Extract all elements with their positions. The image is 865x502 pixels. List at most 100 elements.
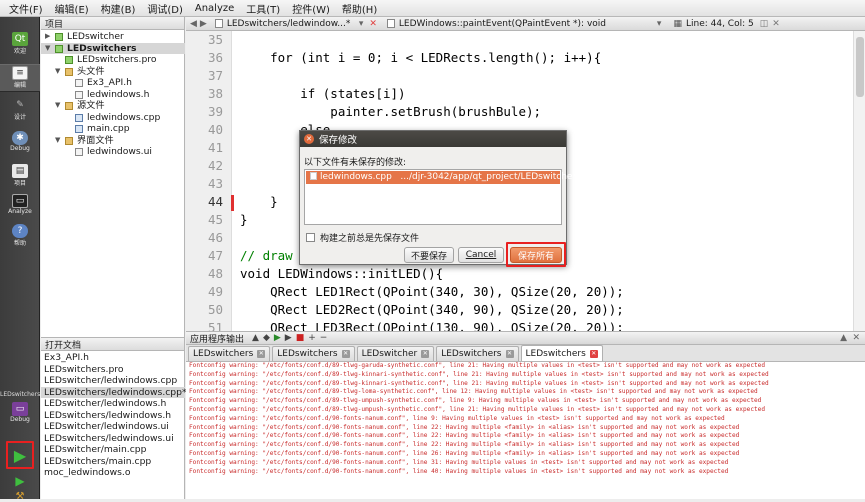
close-tab-icon[interactable]: ✕: [589, 349, 598, 358]
close-file-icon[interactable]: ✕: [369, 19, 377, 29]
output-tab[interactable]: LEDswitcher ✕: [356, 346, 435, 361]
tree-item[interactable]: ▶ LEDswitcher: [41, 31, 185, 43]
pro-file-icon: [65, 56, 73, 64]
mode-debug[interactable]: ✱ Debug: [0, 130, 40, 158]
kit-selector[interactable]: ▭ Debug: [0, 401, 40, 431]
mode-projects[interactable]: ▤ 项目: [0, 163, 40, 191]
line-number: 43: [207, 176, 223, 191]
debug-run-button[interactable]: ▶: [10, 473, 30, 489]
tree-item[interactable]: ▼ 界面文件: [41, 135, 185, 147]
unsaved-file-item[interactable]: ledwindows.cpp .../djr-3042/app/qt_proje…: [306, 171, 581, 184]
close-tab-icon[interactable]: ✕: [341, 350, 350, 358]
menu-debug[interactable]: 调试(D): [141, 1, 189, 16]
dont-save-button[interactable]: 不要保存: [404, 247, 454, 263]
expand-arrow-icon: ▶: [45, 32, 51, 40]
checkbox-box[interactable]: [306, 233, 315, 242]
output-line: Fontconfig warning: "/etc/fonts/conf.d/8…: [189, 379, 769, 387]
menu-file[interactable]: 文件(F): [3, 1, 49, 16]
analyze-icon: ▭: [12, 194, 28, 208]
back-icon[interactable]: ◀: [190, 19, 197, 29]
tree-item[interactable]: ▼ 源文件: [41, 100, 185, 112]
menu-tools[interactable]: 工具(T): [240, 1, 286, 16]
close-tab-icon[interactable]: ✕: [505, 350, 514, 358]
mode-design[interactable]: ✎ 设计: [0, 97, 40, 125]
list-item[interactable]: LEDswitchers.pro: [41, 364, 185, 376]
output-tab[interactable]: LEDswitchers ✕: [436, 346, 519, 361]
cancel-button[interactable]: Cancel: [458, 247, 504, 263]
mode-projects-label: 项目: [13, 180, 26, 187]
tree-item[interactable]: ▼ 头文件: [41, 66, 185, 78]
debug-run-icon: ▶: [15, 474, 25, 488]
list-item[interactable]: LEDswitcher/main.cpp: [41, 444, 185, 456]
stop-icon[interactable]: ■: [296, 333, 305, 343]
function-selector[interactable]: LEDWindows::paintEvent(QPaintEvent *): v…: [399, 19, 649, 29]
line-number: 50: [207, 302, 223, 317]
output-tab-label: LEDswitchers: [193, 349, 254, 359]
tree-item[interactable]: Ex3_API.h: [41, 77, 185, 89]
code-line: p: [240, 176, 308, 191]
previous-icon[interactable]: ◆: [263, 333, 270, 343]
always-save-checkbox[interactable]: 构建之前总是先保存文件: [306, 231, 419, 244]
folder-icon: [65, 136, 73, 145]
editor-scrollbar[interactable]: [853, 31, 865, 331]
run-again-icon[interactable]: ▶: [274, 333, 281, 343]
zoom-in-icon[interactable]: +: [308, 333, 316, 343]
tree-item[interactable]: main.cpp: [41, 123, 185, 135]
welcome-icon: Qt: [12, 32, 28, 46]
mode-help-label: 帮助: [13, 240, 26, 247]
output-tab-active[interactable]: LEDswitchers ✕: [520, 345, 603, 361]
unsaved-files-list: ledwindows.cpp .../djr-3042/app/qt_proje…: [304, 169, 581, 225]
mode-edit[interactable]: ≡ 编辑: [0, 64, 40, 92]
menu-edit[interactable]: 编辑(E): [49, 1, 95, 16]
menu-help[interactable]: 帮助(H): [336, 1, 383, 16]
list-item[interactable]: LEDswitcher/ledwindows.ui: [41, 421, 185, 433]
tree-item[interactable]: ledwindows.ui: [41, 146, 185, 158]
scrollbar-thumb[interactable]: [856, 37, 864, 97]
close-pane-icon[interactable]: ✕: [852, 333, 860, 343]
open-documents-list: Ex3_API.h LEDswitchers.pro LEDswitcher/l…: [41, 352, 187, 479]
tree-item[interactable]: LEDswitchers.pro: [41, 54, 185, 66]
line-number-gutter: 35 36 37 38 39 40 41 42 43 44 45 46 47 4…: [186, 31, 232, 331]
tree-item[interactable]: ▼ LEDswitchers: [41, 42, 185, 54]
list-item[interactable]: LEDswitchers/ledwindows.h: [41, 410, 185, 422]
attach-icon[interactable]: ▶: [285, 333, 292, 343]
list-item[interactable]: moc_ledwindows.o: [41, 467, 185, 479]
forward-icon[interactable]: ▶: [200, 19, 207, 29]
run-button-highlight: [6, 441, 34, 469]
tree-item[interactable]: ledwindows.h: [41, 89, 185, 101]
output-tab[interactable]: LEDswitchers ✕: [272, 346, 355, 361]
list-item[interactable]: LEDswitchers/main.cpp: [41, 456, 185, 468]
close-icon[interactable]: ✕: [304, 134, 314, 144]
mode-analyze[interactable]: ▭ Analyze: [0, 193, 40, 221]
output-line: Fontconfig warning: "/etc/fonts/conf.d/9…: [189, 458, 729, 466]
close-tab-icon[interactable]: ✕: [257, 350, 266, 358]
code-line: QRect LED3Rect(QPoint(130, 90), QSize(20…: [240, 320, 624, 331]
menu-build[interactable]: 构建(B): [95, 1, 142, 16]
source-file-icon: [75, 113, 83, 122]
application-output[interactable]: Fontconfig warning: "/etc/fonts/conf.d/8…: [186, 362, 865, 499]
menu-widgets[interactable]: 控件(W): [286, 1, 336, 16]
tree-item[interactable]: ledwindows.cpp: [41, 112, 185, 124]
close-editor-icon[interactable]: ✕: [772, 19, 780, 29]
output-pane-header: 应用程序输出 ▲ ◆ ▶ ▶ ■ + − ▲ ✕: [186, 331, 865, 345]
list-item[interactable]: Ex3_API.h: [41, 352, 185, 364]
output-tab[interactable]: LEDswitchers ✕: [188, 346, 271, 361]
close-tab-icon[interactable]: ✕: [421, 350, 430, 358]
list-item[interactable]: LEDswitcher/ledwindows.cpp: [41, 375, 185, 387]
file-selector[interactable]: LEDswitchers/ledwindow...*: [227, 19, 355, 29]
mode-help[interactable]: ? 帮助: [0, 223, 40, 251]
mode-welcome[interactable]: Qt 欢迎: [0, 31, 40, 59]
menu-analyze[interactable]: Analyze: [189, 3, 240, 14]
split-icon[interactable]: ▦: [673, 19, 682, 29]
build-button[interactable]: ⚒: [10, 491, 30, 502]
maximize-icon[interactable]: ▲: [840, 333, 847, 343]
zoom-out-icon[interactable]: −: [320, 333, 328, 343]
list-item[interactable]: LEDswitchers/ledwindows.cpp*: [41, 386, 187, 398]
output-tab-label: LEDswitchers: [525, 348, 586, 359]
tree-item-label: LEDswitchers.pro: [77, 54, 157, 65]
code-line: for (int i = 0; i < LEDRects.length(); i…: [240, 50, 602, 65]
list-item[interactable]: LEDswitchers/ledwindows.ui: [41, 433, 185, 445]
split-view-icon[interactable]: ◫: [760, 19, 769, 29]
clear-icon[interactable]: ▲: [252, 333, 259, 343]
list-item[interactable]: LEDswitcher/ledwindows.h: [41, 398, 185, 410]
